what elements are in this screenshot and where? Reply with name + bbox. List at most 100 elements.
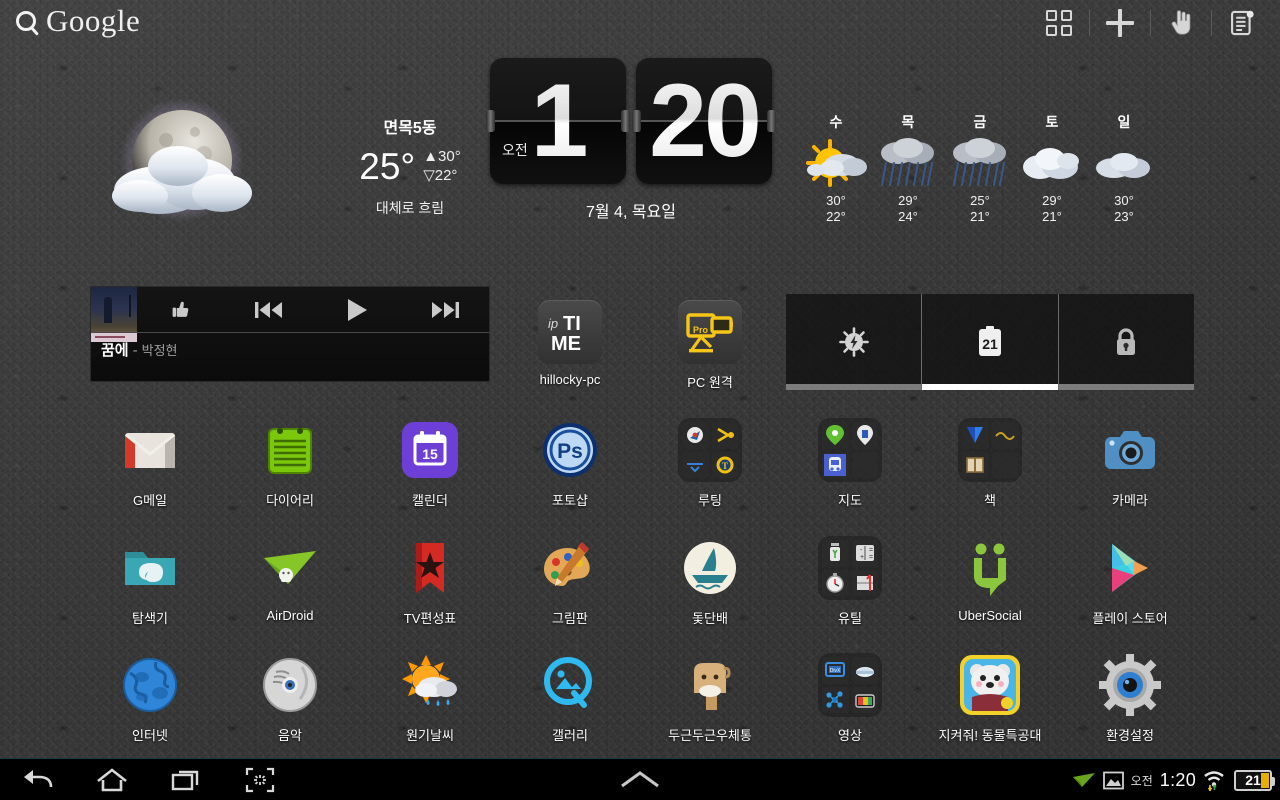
previous-track-button[interactable] (225, 287, 313, 332)
thumbs-up-icon (172, 301, 189, 317)
app-label: 포토샵 (552, 493, 588, 508)
previous-icon (255, 301, 282, 318)
app-photoshop[interactable]: Ps 포토샵 (510, 418, 630, 509)
touch-pointer-button[interactable] (1157, 6, 1205, 40)
svg-text:=: = (869, 554, 873, 561)
play-button[interactable] (313, 287, 401, 332)
recent-apps-icon (171, 770, 199, 791)
chevron-up-icon (621, 771, 659, 788)
battery-panel[interactable]: 21 (921, 294, 1058, 390)
hinge (486, 110, 495, 132)
app-label: 인터넷 (132, 728, 168, 743)
weather-high-low: ▲30° ▽22° (423, 148, 461, 186)
app-ubersocial[interactable]: UberSocial (930, 536, 1050, 623)
app-paint[interactable]: 그림판 (510, 536, 630, 627)
shortcut-hillocky-pc[interactable]: ip TI ME hillocky-pc (510, 300, 630, 387)
app-label: AirDroid (266, 608, 314, 623)
remote-pc-pro-icon: Pro (678, 300, 742, 364)
panel-indicator (1058, 384, 1194, 390)
folder-maps[interactable]: 지도 (790, 418, 910, 509)
app-label: 유틸 (838, 611, 862, 626)
lock-panel[interactable] (1057, 294, 1194, 390)
status-tray[interactable]: 오전 1:20 21 (1072, 759, 1275, 800)
app-label: 다이어리 (266, 493, 314, 508)
app-play-store[interactable]: 플레이 스토어 (1070, 536, 1190, 627)
app-airdroid[interactable]: AirDroid (230, 536, 350, 623)
folder-books[interactable]: 책 (930, 418, 1050, 509)
shortcut-pc-remote[interactable]: Pro PC 원격 (650, 300, 770, 391)
notes-list-button[interactable] (1218, 6, 1266, 40)
app-animal-squad[interactable]: 지켜줘! 동물특공대 (930, 653, 1050, 744)
app-calendar[interactable]: 15 캘린더 (370, 418, 490, 509)
battery-level: 21 (1245, 772, 1261, 788)
bear-game-icon (958, 653, 1022, 717)
folder-item (991, 451, 1018, 478)
app-label: 두근두근우체통 (668, 728, 752, 743)
settings-gear-icon (1098, 653, 1162, 717)
folder-item (851, 657, 878, 684)
app-label: 카메라 (1112, 493, 1148, 508)
app-label: 캘린더 (412, 493, 448, 508)
folder-icon: DivX (818, 653, 882, 717)
app-explorer[interactable]: 탐색기 (90, 536, 210, 627)
weather-widget[interactable]: 면목5동 25° ▲30° ▽22° 대체로 흐림 (90, 96, 490, 236)
app-camera[interactable]: 카메라 (1070, 418, 1190, 509)
google-search-widget[interactable]: Google (16, 3, 140, 39)
folder-video[interactable]: DivX 영상 (790, 653, 910, 744)
app-mailbox[interactable]: 두근두근우체통 (650, 653, 770, 744)
app-gmail[interactable]: G메일 (90, 418, 210, 509)
app-label: 원기날씨 (406, 728, 454, 743)
app-settings[interactable]: 환경설정 (1070, 653, 1190, 744)
svg-text:Pro: Pro (693, 325, 709, 335)
weather-temp-row: 25° ▲30° ▽22° (330, 148, 490, 186)
flip-clock-widget[interactable]: 1 20 오전 7월 4, 목요일 (486, 58, 776, 238)
folder-item: DivX (822, 657, 849, 684)
back-button[interactable] (14, 759, 62, 800)
app-music[interactable]: 음악 (230, 653, 350, 744)
forecast-temps: 29° 24° (872, 193, 944, 226)
hinge (767, 110, 776, 132)
next-track-button[interactable] (401, 287, 489, 332)
app-weather[interactable]: 원기날씨 (370, 653, 490, 744)
rain-icon (944, 137, 1016, 189)
next-icon (432, 301, 459, 318)
recents-button[interactable] (162, 759, 210, 800)
forecast-day: 금 25° 21° (944, 112, 1016, 232)
apps-grid-button[interactable] (1035, 6, 1083, 40)
app-diary[interactable]: 다이어리 (230, 418, 350, 509)
panel-indicator (922, 384, 1058, 390)
folder-item (851, 686, 878, 713)
app-label: 지켜줘! 동물특공대 (938, 728, 1042, 743)
folder-utilities[interactable]: - = + = 유틸 (790, 536, 910, 627)
brightness-panel[interactable] (786, 294, 922, 390)
forecast-day-label: 토 (1045, 114, 1059, 130)
app-label: 영상 (838, 728, 862, 743)
app-gallery[interactable]: 갤러리 (510, 653, 630, 744)
weather-condition: 대체로 흐림 (375, 199, 445, 216)
moon-behind-cloud-icon (112, 98, 252, 222)
music-artist: 박정현 (141, 343, 178, 358)
battery-panel-value: 21 (982, 336, 998, 352)
list-document-icon (1231, 10, 1254, 36)
camera-icon (1098, 418, 1162, 482)
app-internet[interactable]: 인터넷 (90, 653, 210, 744)
music-controls (137, 287, 489, 332)
plus-icon (1106, 9, 1134, 37)
thumbs-up-button[interactable] (137, 287, 225, 332)
folder-rooting[interactable]: T 루팅 (650, 418, 770, 509)
home-button[interactable] (88, 759, 136, 800)
show-navigation-handle[interactable] (614, 767, 666, 798)
app-sailboat[interactable]: 돛단배 (650, 536, 770, 627)
red-bookmark-star-icon (398, 536, 462, 600)
add-widget-button[interactable] (1096, 6, 1144, 40)
screenshot-button[interactable] (236, 759, 284, 800)
music-player-widget[interactable]: 꿈에 - 박정현 (90, 286, 490, 382)
cloud-icon (1088, 137, 1160, 189)
svg-text:ip: ip (548, 316, 558, 331)
app-tv-schedule[interactable]: TV편성표 (370, 536, 490, 627)
system-navigation-bar: 오전 1:20 21 (0, 758, 1280, 800)
forecast-widget[interactable]: 수 30° 22° 목 29° 24° 금 25° 21° 토 29° 21° … (800, 112, 1160, 232)
paperplane-icon (1072, 773, 1095, 787)
folder-item (962, 451, 989, 478)
play-icon (348, 298, 367, 321)
